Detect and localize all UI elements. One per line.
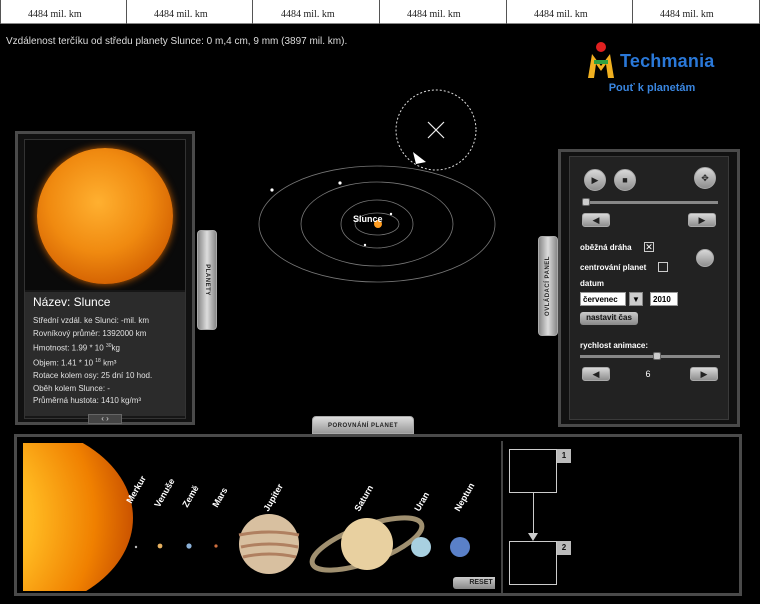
planet-marker[interactable] xyxy=(363,243,367,247)
detail-density: Průměrná hustota: 1410 kg/m³ xyxy=(33,396,142,406)
planet-scroll-arrows[interactable]: ‹ › xyxy=(88,414,122,424)
ruler-label: 4484 mil. km xyxy=(281,9,335,20)
orbit-checkbox[interactable]: ✕ xyxy=(644,242,654,252)
logo-mark-icon xyxy=(588,42,614,78)
ruler-label: 4484 mil. km xyxy=(660,9,714,20)
planet-info-inner: Název: Slunce Střední vzdál. ke Slunci: … xyxy=(24,139,186,419)
detail-orbit: Oběh kolem Slunce: - xyxy=(33,383,110,393)
distance-readout: Vzdálenost terčíku od středu planety Slu… xyxy=(6,36,348,47)
sun-image xyxy=(37,148,173,284)
comparison-area: 1 2 xyxy=(501,441,737,593)
logo-subtitle: Pouť k planetám xyxy=(608,82,696,94)
scale-ruler: 4484 mil. km 4484 mil. km 4484 mil. km 4… xyxy=(0,0,760,24)
ruler-label: 4484 mil. km xyxy=(28,9,82,20)
speed-down-button[interactable]: ◀ xyxy=(582,367,610,381)
arrow-down-icon xyxy=(528,533,538,541)
ruler-tick xyxy=(632,0,633,24)
planet-name: Název: Slunce xyxy=(33,295,111,309)
logo-name: Techmania xyxy=(620,51,715,71)
tab-porovnani-planet[interactable]: POROVNÁNÍ PLANET xyxy=(312,416,414,434)
time-slider-knob[interactable] xyxy=(582,198,590,206)
ruler-tick xyxy=(0,0,1,24)
orbit-toggle-label: oběžná dráha xyxy=(580,243,632,252)
planet-details: Název: Slunce Střední vzdál. ke Slunci: … xyxy=(25,292,185,416)
reset-button[interactable]: RESET xyxy=(453,577,495,589)
uran-planet[interactable] xyxy=(411,537,431,557)
play-button[interactable]: ▶ xyxy=(584,169,606,191)
planet-lineup-graphics xyxy=(134,514,470,574)
ruler-label: 4484 mil. km xyxy=(154,9,208,20)
speed-label: rychlost animace: xyxy=(580,341,649,350)
compare-slot-1-number: 1 xyxy=(557,449,571,463)
planet-image xyxy=(25,140,185,290)
control-panel: ▶ ■ ✥ ◀ ▶ oběžná dráha ✕ centrování plan… xyxy=(558,149,740,427)
tab-ovladaci-panel[interactable]: OVLÁDACÍ PANEL xyxy=(538,236,558,336)
volume-unit: km³ xyxy=(103,358,117,368)
year-input[interactable]: 2010 xyxy=(650,292,678,306)
speed-value: 6 xyxy=(645,369,651,379)
orbit-view[interactable]: Slunce xyxy=(255,84,515,284)
tab-planety[interactable]: PLANETY xyxy=(197,230,217,330)
crosshair-icon xyxy=(427,121,445,139)
venuse-planet[interactable] xyxy=(157,543,163,549)
orbit-center-label: Slunce xyxy=(353,214,383,224)
step-back-button[interactable]: ◀ xyxy=(582,213,610,227)
planet-lineup[interactable]: Merkur Venuše Země Mars Jupiter Saturn U… xyxy=(23,443,495,591)
speed-slider[interactable] xyxy=(580,355,720,358)
merkur-planet[interactable] xyxy=(134,545,138,549)
techmania-logo: Techmania Pouť k planetám xyxy=(586,40,716,100)
compare-slot-2-number: 2 xyxy=(557,541,571,555)
speed-up-button[interactable]: ▶ xyxy=(690,367,718,381)
detail-diameter: Rovníkový průměr: 1392000 km xyxy=(33,328,147,338)
month-dropdown-arrow[interactable]: ▼ xyxy=(629,292,643,306)
compare-connector xyxy=(533,493,534,537)
mars-planet[interactable] xyxy=(214,544,218,548)
pointer-arrow-icon xyxy=(413,152,426,164)
mass-base: Hmotnost: 1.99 * 10 xyxy=(33,343,104,353)
control-panel-inner: ▶ ■ ✥ ◀ ▶ oběžná dráha ✕ centrování plan… xyxy=(569,156,729,420)
month-select[interactable]: červenec xyxy=(580,292,626,306)
detail-mass: Hmotnost: 1.99 * 10 30kg xyxy=(33,340,177,355)
neptun-planet[interactable] xyxy=(450,537,470,557)
planet-marker[interactable] xyxy=(270,188,274,192)
compare-slot-1[interactable] xyxy=(509,449,557,493)
tab-planety-label: PLANETY xyxy=(204,264,210,296)
ruler-tick xyxy=(126,0,127,24)
time-slider[interactable] xyxy=(582,201,718,204)
ruler-label: 4484 mil. km xyxy=(534,9,588,20)
saturn-planet[interactable] xyxy=(341,518,393,570)
mass-unit: kg xyxy=(111,343,120,353)
center-checkbox[interactable] xyxy=(658,262,668,272)
ruler-tick xyxy=(506,0,507,24)
volume-base: Objem: 1.41 * 10 xyxy=(33,358,94,368)
center-toggle-label: centrování planet xyxy=(580,263,647,272)
ruler-label: 4484 mil. km xyxy=(407,9,461,20)
speed-slider-knob[interactable] xyxy=(653,352,661,360)
ruler-tick xyxy=(379,0,380,24)
planet-compare-panel: Merkur Venuše Země Mars Jupiter Saturn U… xyxy=(14,434,742,596)
stop-button[interactable]: ■ xyxy=(614,169,636,191)
date-label: datum xyxy=(580,279,604,288)
tab-ovladaci-label: OVLÁDACÍ PANEL xyxy=(545,256,551,316)
navigate-button[interactable]: ✥ xyxy=(694,167,716,189)
volume-exponent: 18 xyxy=(95,358,101,365)
detail-rotation: Rotace kolem osy: 25 dní 10 hod. xyxy=(33,371,153,381)
ruler-tick xyxy=(252,0,253,24)
set-time-button[interactable]: nastavit čas xyxy=(580,312,638,325)
zeme-planet[interactable] xyxy=(186,543,192,549)
sun-toggle-button[interactable] xyxy=(696,249,714,267)
planet-marker[interactable] xyxy=(389,212,393,216)
step-forward-button[interactable]: ▶ xyxy=(688,213,716,227)
detail-volume: Objem: 1.41 * 10 18 km³ xyxy=(33,355,177,370)
compare-slot-2[interactable] xyxy=(509,541,557,585)
planet-info-panel: Název: Slunce Střední vzdál. ke Slunci: … xyxy=(15,131,195,425)
planet-marker[interactable] xyxy=(338,181,342,185)
detail-distance: Střední vzdál. ke Slunci: -mil. km xyxy=(33,316,150,325)
